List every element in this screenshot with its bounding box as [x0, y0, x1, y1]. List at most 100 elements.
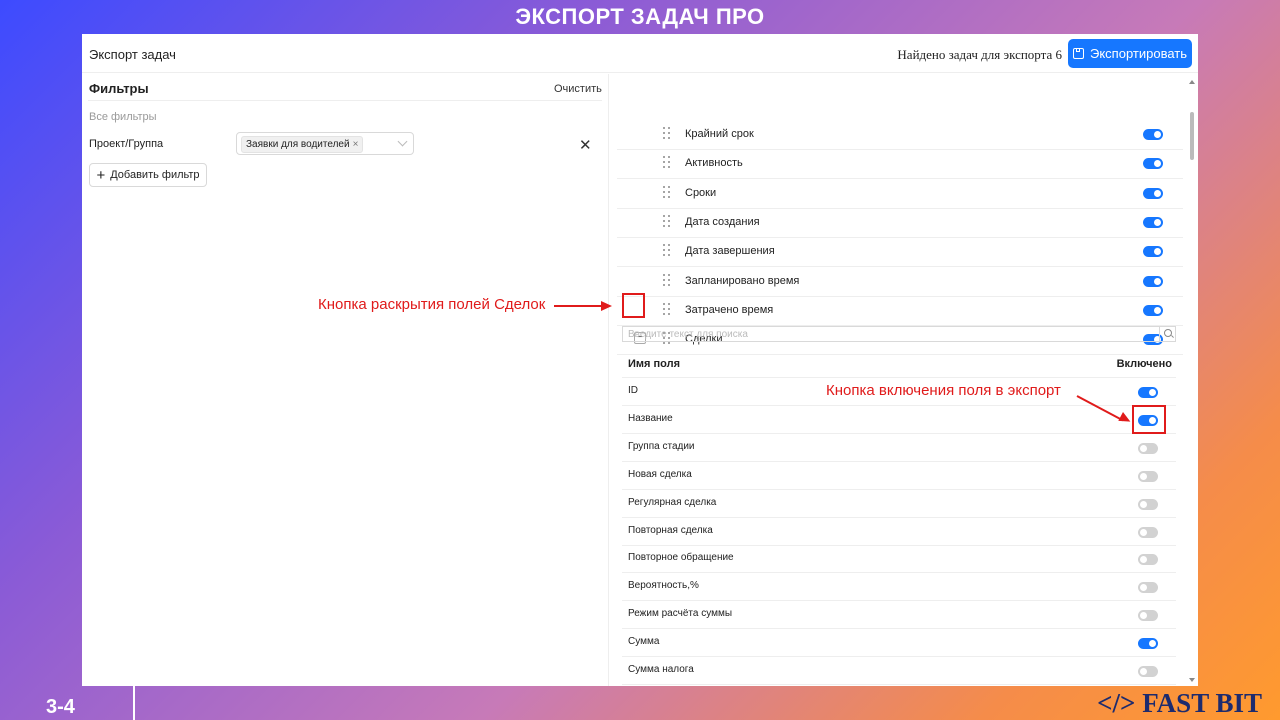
drag-handle-icon[interactable] [663, 273, 671, 286]
page-title: Экспорт задач [89, 47, 176, 62]
deal-field-row: Режим расчёта суммы [622, 601, 1176, 630]
export-button-label: Экспортировать [1090, 46, 1187, 61]
toggle-knob [1140, 500, 1147, 508]
all-filters-label: Все фильтры [89, 111, 157, 123]
toggle-knob [1154, 131, 1161, 138]
field-row: Активность [617, 149, 1183, 180]
toggle-knob [1149, 640, 1156, 648]
deal-field-row: Сумма [622, 629, 1176, 658]
deal-field-label: Режим расчёта суммы [628, 608, 733, 620]
deal-fields-search [622, 326, 1176, 342]
deal-field-label: Название [628, 412, 673, 424]
scroll-thumb[interactable] [1190, 112, 1194, 160]
clear-filters-button[interactable]: Очистить [554, 83, 602, 95]
toggle-switch[interactable] [1143, 129, 1163, 140]
project-group-label: Проект/Группа [89, 138, 164, 150]
toggle-switch[interactable] [1143, 187, 1163, 199]
deal-field-row: Повторная сделка [622, 518, 1176, 546]
field-row: Сроки [617, 179, 1183, 209]
deal-field-label: Повторное обращение [628, 552, 734, 564]
scroll-up-icon[interactable] [1189, 80, 1195, 84]
toggle-switch[interactable] [1138, 610, 1158, 622]
toggle-switch[interactable] [1138, 526, 1158, 538]
deal-field-row: Регулярная сделка [622, 490, 1176, 518]
search-button[interactable] [1159, 327, 1175, 341]
selected-project-tag: Заявки для водителей × [241, 136, 364, 153]
expand-annotation: Кнопка раскрытия полей Сделок [318, 296, 546, 313]
export-window: Экспорт задач Найдено задач для экспорта… [82, 34, 1198, 686]
field-label: Дата создания [685, 215, 760, 228]
toggle-switch[interactable] [1138, 498, 1158, 510]
chevron-down-icon [397, 136, 408, 147]
toggle-switch[interactable] [1138, 470, 1158, 482]
toggle-knob [1140, 444, 1147, 452]
page-number: 3-4 [46, 696, 75, 718]
deal-field-row: Группа стадии [622, 434, 1176, 462]
toggle-switch[interactable] [1138, 442, 1158, 454]
deal-field-label: ID [628, 385, 638, 396]
toggle-knob [1140, 556, 1147, 564]
toggle-switch[interactable] [1143, 216, 1163, 228]
toggle-switch[interactable] [1138, 554, 1158, 566]
tag-remove-icon[interactable]: × [353, 137, 359, 152]
toggle-knob [1154, 306, 1161, 314]
field-label: Затрачено время [685, 303, 774, 316]
toggle-switch[interactable] [1138, 582, 1158, 594]
drag-handle-icon[interactable] [663, 302, 671, 315]
deal-fields-header: Имя поля Включено [622, 350, 1176, 378]
toggle-knob [1140, 472, 1147, 480]
deal-field-label: Повторная сделка [628, 524, 713, 536]
search-input[interactable] [623, 327, 1171, 341]
toggle-switch[interactable] [1138, 387, 1158, 398]
deal-field-label: Новая сделка [628, 468, 692, 480]
toggle-switch[interactable] [1138, 638, 1158, 650]
deal-field-label: Сумма [628, 636, 660, 648]
field-row: Крайний срок [617, 120, 1183, 150]
scroll-down-icon[interactable] [1189, 678, 1195, 682]
scrollbar[interactable] [1186, 74, 1198, 686]
drag-handle-icon[interactable] [663, 127, 671, 139]
drag-handle-icon[interactable] [663, 156, 671, 169]
field-label: Сроки [685, 186, 717, 199]
app-header: Экспорт задач Найдено задач для экспорта… [82, 34, 1198, 73]
field-label: Дата завершения [685, 245, 775, 258]
toggle-switch[interactable] [1143, 246, 1163, 258]
found-count-text: Найдено задач для экспорта 6 [897, 47, 1062, 62]
toggle-knob [1140, 584, 1147, 592]
tag-label: Заявки для водителей [246, 139, 350, 150]
deal-field-label: Группа стадии [628, 440, 695, 452]
filters-title: Фильтры [89, 81, 149, 96]
toggle-knob [1140, 612, 1147, 620]
deal-field-label: Сумма налога [628, 664, 694, 675]
export-button[interactable]: Экспортировать [1068, 39, 1192, 68]
close-icon[interactable]: ✕ [579, 136, 592, 154]
project-group-select[interactable]: Заявки для водителей × [236, 132, 414, 155]
brand-logo: </> FAST BIT [1097, 688, 1262, 718]
field-row: Запланировано время [617, 267, 1183, 297]
save-icon [1073, 48, 1084, 59]
toggle-switch[interactable] [1143, 158, 1163, 170]
field-row: Затрачено время [617, 296, 1183, 326]
toggle-knob [1140, 528, 1147, 536]
slide-title: ЭКСПОРТ ЗАДАЧ ПРО [515, 4, 765, 29]
field-row: Дата создания [617, 208, 1183, 238]
drag-handle-icon[interactable] [663, 214, 671, 227]
toggle-knob [1154, 189, 1161, 197]
deal-field-row: Название [622, 406, 1176, 434]
toggle-switch[interactable] [1143, 304, 1163, 316]
toggle-knob [1149, 389, 1156, 396]
search-icon [1164, 329, 1172, 337]
field-row: Дата завершения [617, 237, 1183, 268]
column-header-name: Имя поля [628, 358, 681, 370]
deal-field-row: Сумма налога [622, 657, 1176, 685]
toggle-knob [1154, 277, 1161, 285]
toggle-switch[interactable] [1138, 666, 1158, 677]
divider [88, 100, 602, 101]
toggle-switch[interactable] [1143, 275, 1163, 287]
column-header-enabled: Включено [1116, 358, 1172, 370]
add-filter-button[interactable]: + Добавить фильтр [89, 163, 207, 187]
drag-handle-icon[interactable] [663, 244, 671, 257]
expand-highlight-box [622, 293, 645, 318]
field-label: Активность [685, 157, 743, 170]
drag-handle-icon[interactable] [663, 185, 671, 198]
